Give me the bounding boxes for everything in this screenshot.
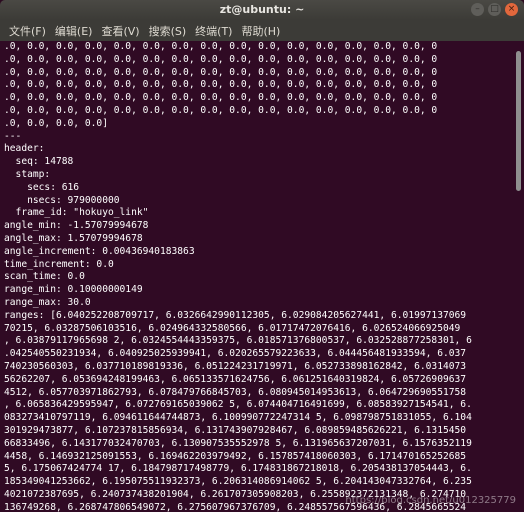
menu-terminal[interactable]: 终端(T) [195,23,232,39]
terminal-line: 4458, 6.146932125091553, 6.1694622039794… [4,450,467,462]
terminal-line: ranges: [6.040252208709717, 6.0326642990… [4,309,467,321]
terminal-line: , 6.065836429595947, 6.072769165039062 5… [4,399,472,411]
minimize-button[interactable]: – [471,3,484,16]
title-bar[interactable]: zt@ubuntu: ~ – □ × [0,0,524,20]
terminal-line: .0, 0.0, 0.0, 0.0, 0.0, 0.0, 0.0, 0.0, 0… [4,53,438,65]
terminal-line: , 6.03879117965698 2, 6.0324554443359375… [4,335,472,347]
terminal-line: .0, 0.0, 0.0, 0.0, 0.0, 0.0, 0.0, 0.0, 0… [4,92,438,104]
terminal-line: seq: 14788 [4,156,74,168]
watermark: https://blog.csdn.net/u012325779 [345,495,516,506]
terminal-output[interactable]: .0, 0.0, 0.0, 0.0, 0.0, 0.0, 0.0, 0.0, 0… [0,41,511,512]
terminal-line: .0, 0.0, 0.0, 0.0, 0.0, 0.0, 0.0, 0.0, 0… [4,41,438,52]
menu-view[interactable]: 查看(V) [101,23,139,39]
terminal-line: .042540550231934, 6.040925025939941, 6.0… [4,348,467,360]
terminal-line: stamp: [4,168,51,180]
terminal-line: .0, 0.0, 0.0, 0.0, 0.0, 0.0, 0.0, 0.0, 0… [4,79,438,91]
terminal-line: 740230560303, 6.037710189819336, 6.05122… [4,360,467,372]
terminal-line: --- [4,130,22,142]
terminal-line: header: [4,143,45,155]
terminal-line: .0, 0.0, 0.0, 0.0, 0.0, 0.0, 0.0, 0.0, 0… [4,66,438,78]
window-controls: – □ × [471,3,518,16]
terminal-line: angle_min: -1.57079994678 [4,220,149,232]
terminal-line: .0, 0.0, 0.0, 0.0] [4,117,108,129]
scrollbar[interactable] [511,41,524,512]
maximize-button[interactable]: □ [488,3,501,16]
terminal-line: 185349041253662, 6.195075511932373, 6.20… [4,476,472,488]
scrollbar-thumb[interactable] [516,51,521,192]
menu-help[interactable]: 帮助(H) [241,23,280,39]
terminal-line: nsecs: 979000000 [4,194,120,206]
terminal-line: 56262207, 6.053694248199463, 6.065133571… [4,373,467,385]
menu-bar: 文件(F) 编辑(E) 查看(V) 搜索(S) 终端(T) 帮助(H) [0,20,524,41]
terminal-line: 5, 6.175067424774 17, 6.184798717498779,… [4,463,472,475]
terminal-line: angle_increment: 0.00436940183863 [4,245,195,257]
terminal-line: 4512, 6.057703971862793, 6.0784797668457… [4,386,467,398]
terminal-line: angle_max: 1.57079994678 [4,232,143,244]
window-title: zt@ubuntu: ~ [219,3,305,16]
terminal-line: range_min: 0.10000000149 [4,284,143,296]
terminal-window: zt@ubuntu: ~ – □ × 文件(F) 编辑(E) 查看(V) 搜索(… [0,0,524,512]
terminal-line: scan_time: 0.0 [4,271,85,283]
close-button[interactable]: × [505,3,518,16]
terminal-line: .0, 0.0, 0.0, 0.0, 0.0, 0.0, 0.0, 0.0, 0… [4,104,438,116]
terminal-line: 301929473877, 6.107237815856934, 6.13174… [4,424,467,436]
menu-search[interactable]: 搜索(S) [149,23,187,39]
menu-file[interactable]: 文件(F) [9,23,46,39]
terminal-line: 66833496, 6.143177032470703, 6.130907535… [4,437,472,449]
terminal-line: range_max: 30.0 [4,296,91,308]
terminal-line: 70215, 6.03287506103516, 6.0249643325805… [4,322,461,334]
menu-edit[interactable]: 编辑(E) [55,23,93,39]
terminal-line: 083273410797119, 6.094611644744873, 6.10… [4,412,472,424]
terminal-line: time_increment: 0.0 [4,258,114,270]
terminal-line: secs: 616 [4,181,80,193]
terminal-line: frame_id: "hokuyo_link" [4,207,149,219]
